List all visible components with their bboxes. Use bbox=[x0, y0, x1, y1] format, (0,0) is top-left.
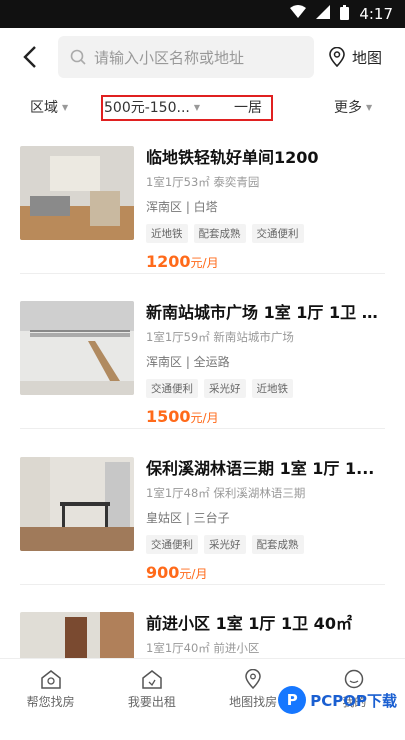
tab-label: 地图找房 bbox=[229, 693, 277, 710]
filter-region[interactable]: 区域 ▼ bbox=[30, 90, 68, 124]
listing-title: 保利溪湖林语三期 1室 1厅 1... bbox=[146, 455, 386, 479]
tag: 配套成熟 bbox=[194, 224, 246, 243]
listing-tags: 近地铁 配套成熟 交通便利 bbox=[146, 224, 304, 243]
search-icon bbox=[70, 49, 86, 65]
listing-meta: 1室1厅40㎡ 前进小区 bbox=[146, 640, 259, 656]
status-time: 4:17 bbox=[359, 5, 393, 23]
listing-meta: 1室1厅48㎡ 保利溪湖林语三期 bbox=[146, 485, 305, 501]
listing-item[interactable]: 新南站城市广场 1室 1厅 1卫 5... 1室1厅59㎡ 新南站城市广场 浑南… bbox=[20, 289, 385, 429]
listing-photo bbox=[20, 301, 134, 395]
price-value: 1500 bbox=[146, 407, 191, 426]
home-search-icon bbox=[40, 669, 62, 689]
map-label: 地图 bbox=[352, 47, 382, 68]
watermark-text: PCPOP下载 bbox=[310, 690, 397, 711]
status-bar: 4:17 bbox=[0, 0, 405, 28]
price-value: 1200 bbox=[146, 252, 191, 271]
filter-more[interactable]: 更多 ▼ bbox=[334, 90, 372, 124]
listing-title: 临地铁轻轨好单间1200 bbox=[146, 144, 386, 168]
listing-price: 1500元/月 bbox=[146, 407, 219, 426]
map-pin-icon bbox=[328, 47, 346, 67]
listing-price: 900元/月 bbox=[146, 563, 207, 582]
tag: 交通便利 bbox=[252, 224, 304, 243]
listing-tags: 交通便利 采光好 配套成熟 bbox=[146, 535, 304, 554]
wifi-icon bbox=[290, 5, 306, 23]
watermark-logo: P PCPOP下载 bbox=[278, 686, 397, 714]
search-placeholder: 请输入小区名称或地址 bbox=[94, 47, 244, 68]
price-value: 900 bbox=[146, 563, 179, 582]
listing-tags: 交通便利 采光好 近地铁 bbox=[146, 379, 293, 398]
listing-photo bbox=[20, 146, 134, 240]
chevron-down-icon: ▼ bbox=[62, 103, 68, 112]
tag: 近地铁 bbox=[252, 379, 294, 398]
price-unit: 元/月 bbox=[191, 256, 219, 270]
back-button[interactable] bbox=[10, 37, 50, 77]
tag: 近地铁 bbox=[146, 224, 188, 243]
map-button[interactable]: 地图 bbox=[328, 47, 382, 68]
listing-area: 皇姑区 | 三台子 bbox=[146, 509, 230, 526]
battery-icon bbox=[340, 5, 349, 24]
tab-rent-out[interactable]: 我要出租 bbox=[101, 659, 202, 720]
search-input[interactable]: 请输入小区名称或地址 bbox=[58, 36, 314, 78]
rent-icon bbox=[141, 669, 163, 689]
map-pin-icon bbox=[244, 669, 262, 689]
listing-item[interactable]: 临地铁轻轨好单间1200 1室1厅53㎡ 泰奕青园 浑南区 | 白塔 近地铁 配… bbox=[20, 134, 385, 274]
tab-find-home[interactable]: 帮您找房 bbox=[0, 659, 101, 720]
tag: 配套成熟 bbox=[252, 535, 304, 554]
header: 请输入小区名称或地址 地图 bbox=[0, 28, 405, 86]
listing-area: 浑南区 | 白塔 bbox=[146, 198, 218, 215]
filter-region-label: 区域 bbox=[30, 97, 58, 117]
tab-label: 我要出租 bbox=[128, 693, 176, 710]
listing-meta: 1室1厅59㎡ 新南站城市广场 bbox=[146, 329, 294, 345]
listing-photo bbox=[20, 457, 134, 551]
watermark-mark: P bbox=[278, 686, 306, 714]
highlight-box bbox=[101, 95, 273, 121]
tag: 交通便利 bbox=[146, 379, 198, 398]
listing-area: 浑南区 | 全运路 bbox=[146, 353, 230, 370]
signal-icon bbox=[316, 5, 330, 23]
tag: 采光好 bbox=[204, 535, 246, 554]
listing-meta: 1室1厅53㎡ 泰奕青园 bbox=[146, 174, 259, 190]
listing-title: 新南站城市广场 1室 1厅 1卫 5... bbox=[146, 299, 386, 323]
filter-more-label: 更多 bbox=[334, 97, 362, 117]
listing-title: 前进小区 1室 1厅 1卫 40㎡ bbox=[146, 610, 386, 634]
chevron-down-icon: ▼ bbox=[366, 103, 372, 112]
tag: 采光好 bbox=[204, 379, 246, 398]
chevron-left-icon bbox=[23, 45, 37, 69]
listing-price: 1200元/月 bbox=[146, 252, 219, 271]
tag: 交通便利 bbox=[146, 535, 198, 554]
listing-item[interactable]: 保利溪湖林语三期 1室 1厅 1... 1室1厅48㎡ 保利溪湖林语三期 皇姑区… bbox=[20, 445, 385, 585]
price-unit: 元/月 bbox=[191, 411, 219, 425]
tab-label: 帮您找房 bbox=[27, 693, 75, 710]
price-unit: 元/月 bbox=[179, 567, 207, 581]
